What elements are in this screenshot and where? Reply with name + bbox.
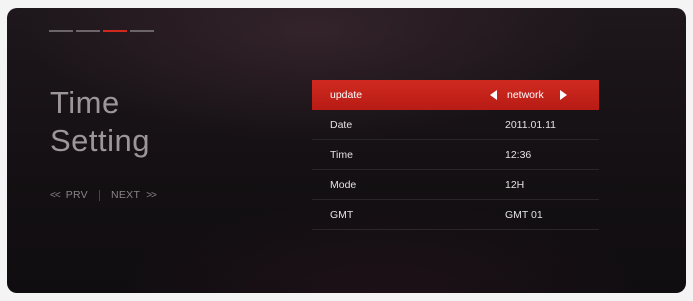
triangle-left-icon[interactable] [490,90,497,100]
next-button[interactable]: NEXT >> [111,189,157,201]
setting-row-mode[interactable]: Mode 12H [312,170,599,200]
step-marker [49,30,73,32]
pager-divider [99,189,100,201]
setting-value: GMT 01 [505,209,543,221]
setting-label: Mode [330,179,357,191]
double-chevron-left-icon: << [50,189,61,201]
setting-row-update[interactable]: update network [312,80,599,110]
step-marker [76,30,100,32]
setting-value: 12:36 [505,149,532,161]
setting-label: update [330,89,363,101]
page-title-line-1: Time [50,85,120,120]
setting-label: Date [330,119,353,131]
setting-value: network [507,89,544,101]
step-marker-active [103,30,127,32]
setting-row-date[interactable]: Date 2011.01.11 [312,110,599,140]
tv-screen: Time Setting << PRV NEXT >> update netwo… [7,8,686,293]
page-title-line-2: Setting [50,123,151,158]
pager: << PRV NEXT >> [50,189,157,201]
setting-row-gmt[interactable]: GMT GMT 01 [312,200,599,230]
step-marker [130,30,154,32]
triangle-right-icon[interactable] [560,90,567,100]
prev-button[interactable]: << PRV [50,189,88,201]
next-label: NEXT [111,189,141,201]
settings-list: update network Date 2011.01.11 Time 12:3… [312,80,599,230]
page-title: Time Setting [50,84,150,160]
double-chevron-right-icon: >> [146,189,157,201]
prev-label: PRV [65,189,88,201]
setting-value: 2011.01.11 [505,119,556,131]
setting-label: Time [330,149,353,161]
setting-label: GMT [330,209,354,221]
setting-value: 12H [505,179,525,191]
setting-row-time[interactable]: Time 12:36 [312,140,599,170]
step-indicator [49,30,154,32]
